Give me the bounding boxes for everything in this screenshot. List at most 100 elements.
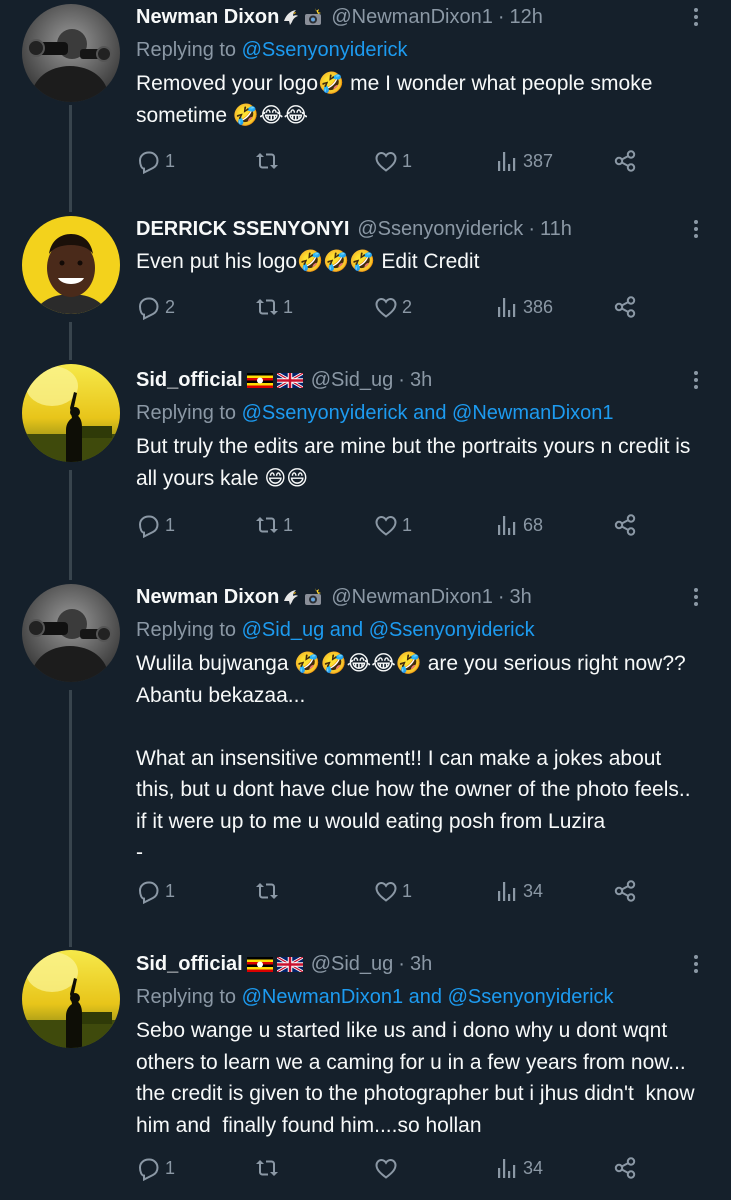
timestamp[interactable]: 12h <box>510 6 543 29</box>
timestamp[interactable]: 3h <box>410 369 432 392</box>
user-handle[interactable]: @Sid_ug <box>311 369 394 392</box>
share-button[interactable] <box>612 510 638 540</box>
separator-dot: · <box>528 217 535 240</box>
uk-flag-icon <box>275 370 303 390</box>
views-button[interactable]: 34 <box>494 876 543 906</box>
reply-button[interactable]: 1 <box>136 510 175 540</box>
like-button[interactable]: 2 <box>373 292 412 322</box>
views-button[interactable]: 387 <box>494 146 553 176</box>
camera-flash-icon <box>303 587 323 607</box>
mention-link[interactable]: @Ssenyonyiderick <box>448 986 614 1008</box>
reply-button[interactable]: 1 <box>136 876 175 906</box>
user-handle[interactable]: @Sid_ug <box>311 953 394 976</box>
replying-to: Replying to @NewmanDixon1 and @Ssenyonyi… <box>136 982 711 1012</box>
reply-button[interactable]: 2 <box>136 292 175 322</box>
reply-button[interactable]: 1 <box>136 146 175 176</box>
share-button[interactable] <box>612 876 638 906</box>
reply-joiner: and <box>403 986 448 1008</box>
views-button[interactable]: 34 <box>494 1153 543 1183</box>
analytics-icon <box>498 1159 516 1178</box>
replying-to: Replying to @Sid_ug and @Ssenyonyiderick <box>136 615 711 645</box>
like-button[interactable]: 1 <box>373 876 412 906</box>
reply-icon <box>138 1158 159 1181</box>
tweet-actions: 2 1 2 386 <box>136 292 711 322</box>
user-handle[interactable]: @NewmanDixon1 <box>331 586 492 609</box>
tweet-content: Sid_official @Sid_ug · 3h Replying to @Sseny… <box>136 365 711 538</box>
retweet-button[interactable] <box>254 146 283 176</box>
tweet-text: Even put his logo🤣🤣🤣 Edit Credit <box>136 250 480 273</box>
smiling-man-avatar[interactable] <box>22 216 120 314</box>
timestamp[interactable]: 3h <box>410 953 432 976</box>
tweet-content: Newman Dixon @NewmanDixon1 · 3h Replying to … <box>136 582 711 904</box>
reply-icon <box>138 881 159 904</box>
mention-link[interactable]: @Sid_ug <box>242 619 325 641</box>
mention-link[interactable]: @NewmanDixon1 <box>452 402 613 424</box>
display-name[interactable]: Sid_official <box>136 369 243 392</box>
uganda-flag-icon <box>245 370 273 390</box>
more-options-icon[interactable] <box>681 2 711 32</box>
like-count: 1 <box>402 150 413 171</box>
tweet-actions: 1 1 1 68 <box>136 510 711 540</box>
mention-link[interactable]: @NewmanDixon1 <box>242 986 403 1008</box>
thread-connector-line <box>69 105 72 212</box>
replying-to-label: Replying to <box>136 986 242 1008</box>
photographer-avatar[interactable] <box>22 584 120 682</box>
tweet-header: Newman Dixon @NewmanDixon1 · 3h <box>136 582 711 612</box>
share-icon <box>614 296 636 318</box>
reply-icon <box>138 297 159 320</box>
share-button[interactable] <box>612 1153 638 1183</box>
replying-to: Replying to @Ssenyonyiderick and @Newman… <box>136 398 711 428</box>
retweet-button[interactable]: 1 <box>254 292 293 322</box>
like-count: 1 <box>402 514 413 535</box>
reply-button[interactable]: 1 <box>136 1153 175 1183</box>
user-handle[interactable]: @Ssenyonyiderick <box>357 218 523 241</box>
photographer-avatar[interactable] <box>22 4 120 102</box>
more-options-icon[interactable] <box>681 365 711 395</box>
more-options-icon[interactable] <box>681 214 711 244</box>
mention-link[interactable]: @Ssenyonyiderick <box>242 39 408 61</box>
like-button[interactable] <box>373 1153 402 1183</box>
display-name[interactable]: Newman Dixon <box>136 6 279 29</box>
like-count: 1 <box>402 880 413 901</box>
more-options-icon[interactable] <box>681 949 711 979</box>
uganda-flag-icon <box>245 954 273 974</box>
sunset-silhouette-avatar[interactable] <box>22 950 120 1048</box>
views-button[interactable]: 386 <box>494 292 553 322</box>
display-name[interactable]: DERRICK SSENYONYI <box>136 218 349 241</box>
more-options-icon[interactable] <box>681 582 711 612</box>
tweet-actions: 1 34 <box>136 1153 711 1183</box>
retweet-count: 1 <box>283 296 294 317</box>
tweet-content: Sid_official @Sid_ug · 3h Replying to @Newma… <box>136 949 711 1181</box>
views-button[interactable]: 68 <box>494 510 543 540</box>
reply-count: 1 <box>165 150 176 171</box>
separator-dot: · <box>398 368 405 391</box>
analytics-icon <box>498 882 516 901</box>
share-icon <box>614 880 636 902</box>
reply-count: 2 <box>165 296 176 317</box>
retweet-button[interactable]: 1 <box>254 510 293 540</box>
mention-link[interactable]: @Ssenyonyiderick <box>369 619 535 641</box>
share-button[interactable] <box>612 146 638 176</box>
retweet-button[interactable] <box>254 1153 283 1183</box>
reply-icon <box>138 515 159 538</box>
sunset-silhouette-avatar[interactable] <box>22 364 120 462</box>
replying-to-label: Replying to <box>136 402 242 424</box>
eagle-icon <box>281 7 301 27</box>
like-button[interactable]: 1 <box>373 146 412 176</box>
mention-link[interactable]: @Ssenyonyiderick <box>242 402 408 424</box>
reply-icon <box>138 151 159 174</box>
user-handle[interactable]: @NewmanDixon1 <box>331 6 492 29</box>
views-count: 68 <box>523 514 544 535</box>
timestamp[interactable]: 3h <box>510 586 532 609</box>
tweet-content: Newman Dixon @NewmanDixon1 · 12h Replying to… <box>136 2 711 174</box>
share-button[interactable] <box>612 292 638 322</box>
reply-count: 1 <box>165 514 176 535</box>
replying-to: Replying to @Ssenyonyiderick <box>136 35 711 65</box>
timestamp[interactable]: 11h <box>540 218 572 241</box>
display-name[interactable]: Sid_official <box>136 953 243 976</box>
display-name[interactable]: Newman Dixon <box>136 586 279 609</box>
thread-connector-line <box>69 690 72 947</box>
analytics-icon <box>498 516 516 535</box>
retweet-button[interactable] <box>254 876 283 906</box>
like-button[interactable]: 1 <box>373 510 412 540</box>
